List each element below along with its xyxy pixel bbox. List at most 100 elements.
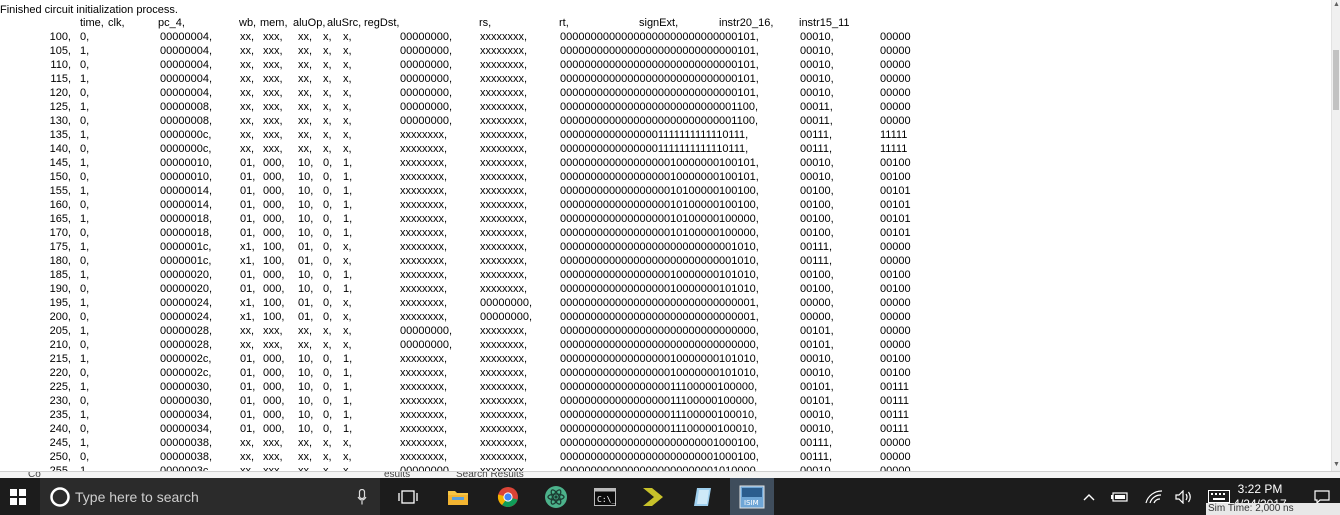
scroll-up-icon[interactable]: ▲ [1332, 0, 1340, 10]
microphone-icon [357, 489, 367, 505]
cell-rs: xxxxxxxx, [400, 353, 448, 365]
cell-regdst: 1, [343, 409, 353, 421]
cell-instr15-11: 00111 [880, 381, 909, 393]
cell-instr15-11: 00000 [880, 101, 911, 113]
cell-aluop: 10, [298, 395, 314, 407]
taskbar-file-explorer[interactable] [442, 478, 474, 515]
taskbar-terminal[interactable] [636, 478, 672, 515]
cell-alusrc: x, [323, 143, 332, 155]
cell-wb: xx, [240, 87, 255, 99]
cell-rs: xxxxxxxx, [400, 395, 448, 407]
cell-regdst: 1, [343, 213, 353, 225]
hdr-rt: rt, [559, 17, 569, 29]
volume-button[interactable] [1172, 478, 1196, 515]
cell-wb: xx, [240, 115, 255, 127]
cell-signext: 00000000000000000010000000101010, [560, 367, 759, 379]
cell-regdst: x, [343, 59, 352, 71]
task-view-button[interactable] [392, 478, 424, 515]
cell-wb: 01, [240, 423, 256, 435]
cell-aluop: xx, [298, 115, 313, 127]
taskbar-chrome[interactable] [492, 478, 524, 515]
cell-wb: x1, [240, 297, 255, 309]
cell-pc-4: 00000004, [160, 31, 212, 43]
scroll-thumb[interactable] [1333, 50, 1339, 110]
cell-wb: 01, [240, 227, 256, 239]
cell-regdst: x, [343, 255, 352, 267]
cell-instr20-16: 00100, [800, 227, 834, 239]
cell-instr15-11: 00100 [880, 269, 911, 281]
cell-rt: xxxxxxxx, [480, 269, 528, 281]
cell-clk: 1, [80, 381, 90, 393]
cell-signext: 00000000000000000010000000100101, [560, 171, 759, 183]
task-view-icon [398, 489, 418, 504]
cell-signext: 00000000000000000000000000001100, [560, 115, 759, 127]
cell-wb: 01, [240, 157, 256, 169]
cell-instr15-11: 00000 [880, 339, 911, 351]
cell-mem: 000, [263, 423, 285, 435]
taskbar-isim-active[interactable]: ISIM [730, 478, 774, 515]
hdr-pc-4: pc_4, [158, 17, 185, 29]
cell-rt: xxxxxxxx, [480, 73, 528, 85]
cell-instr15-11: 00100 [880, 171, 911, 183]
cell-instr15-11: 00000 [880, 311, 911, 323]
cell-rs: xxxxxxxx, [400, 297, 448, 309]
cell-pc-4: 00000030, [160, 395, 212, 407]
battery-button[interactable] [1108, 478, 1132, 515]
cell-wb: 01, [240, 171, 256, 183]
scroll-down-icon[interactable]: ▼ [1332, 460, 1340, 470]
cell-clk: 0, [80, 283, 90, 295]
cell-mem: 100, [263, 241, 285, 253]
cell-instr20-16: 00100, [800, 213, 834, 225]
cell-aluop: 10, [298, 283, 314, 295]
cell-pc-4: 00000004, [160, 73, 212, 85]
taskbar-atom[interactable] [540, 478, 572, 515]
cell-clk: 1, [80, 157, 90, 169]
wifi-button[interactable] [1142, 478, 1166, 515]
cell-mem: 000, [263, 283, 285, 295]
cell-mem: 000, [263, 185, 285, 197]
cell-rs: xxxxxxxx, [400, 367, 448, 379]
cell-regdst: x, [343, 101, 352, 113]
cell-instr20-16: 00010, [800, 353, 834, 365]
cell-alusrc: 0, [323, 241, 333, 253]
taskbar-notepad[interactable] [686, 478, 720, 515]
taskbar-command-prompt[interactable]: C:\_ [588, 478, 622, 515]
cell-rt: xxxxxxxx, [480, 353, 528, 365]
cell-pc-4: 00000010, [160, 171, 212, 183]
cell-time: 110, [50, 59, 71, 71]
cell-instr15-11: 00000 [880, 73, 911, 85]
cell-alusrc: 0, [323, 283, 333, 295]
cell-clk: 1, [80, 45, 90, 57]
cell-aluop: 10, [298, 213, 314, 225]
cell-instr15-11: 00000 [880, 297, 911, 309]
cell-rt: xxxxxxxx, [480, 185, 528, 197]
cell-mem: 000, [263, 227, 285, 239]
start-button[interactable] [0, 478, 36, 515]
cell-wb: x1, [240, 311, 255, 323]
cell-rs: xxxxxxxx, [400, 185, 448, 197]
cell-alusrc: 0, [323, 311, 333, 323]
vertical-scrollbar[interactable]: ▲ ▼ [1331, 0, 1340, 471]
cell-wb: xx, [240, 143, 255, 155]
cell-instr15-11: 00101 [880, 199, 911, 211]
cell-clk: 0, [80, 451, 90, 463]
cell-alusrc: 0, [323, 297, 333, 309]
cell-aluop: 10, [298, 353, 314, 365]
cell-mem: 100, [263, 311, 285, 323]
cell-time: 185, [49, 269, 71, 281]
cell-instr20-16: 00010, [800, 87, 834, 99]
cell-rs: xxxxxxxx, [400, 283, 448, 295]
cell-rs: xxxxxxxx, [400, 437, 448, 449]
cell-time: 190, [49, 283, 71, 295]
cell-alusrc: x, [323, 451, 332, 463]
cell-rt: xxxxxxxx, [480, 283, 528, 295]
cell-regdst: x, [343, 297, 352, 309]
cell-mem: xxx, [263, 31, 283, 43]
show-hidden-icons-button[interactable] [1078, 478, 1100, 515]
cell-instr20-16: 00000, [800, 297, 834, 309]
cell-rt: xxxxxxxx, [480, 409, 528, 421]
cell-instr15-11: 00111 [880, 395, 909, 407]
cell-rt: xxxxxxxx, [480, 255, 528, 267]
cell-pc-4: 00000028, [160, 339, 212, 351]
cell-time: 205, [49, 325, 71, 337]
